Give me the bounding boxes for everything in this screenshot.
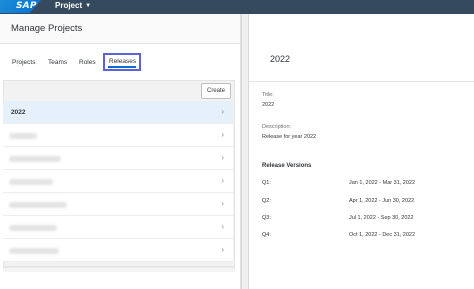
list-item[interactable]: › — [3, 170, 233, 193]
tab-teams[interactable]: Teams — [48, 59, 67, 66]
app-title: Project — [55, 1, 83, 10]
blurred-label — [9, 225, 57, 231]
tab-bar: Projects Teams Roles Releases — [0, 42, 240, 72]
list-item-2022[interactable]: 2022 › — [3, 101, 233, 124]
blurred-label — [9, 133, 37, 139]
tab-projects[interactable]: Projects — [12, 59, 35, 66]
master-header: Manage Projects — [0, 14, 240, 44]
blurred-label — [9, 156, 61, 162]
list-item[interactable]: › — [3, 124, 233, 147]
blurred-label — [9, 202, 67, 208]
chevron-right-icon: › — [221, 245, 224, 254]
shell-bar: SAP Project ▼ — [0, 0, 474, 14]
version-label-q4: Q4: — [262, 232, 271, 238]
chevron-right-icon: › — [221, 130, 224, 139]
version-label-q3: Q3: — [262, 215, 271, 221]
version-label-q1: Q1: — [262, 180, 271, 186]
title-field-value: 2022 — [262, 102, 275, 108]
list-item[interactable]: › — [3, 239, 233, 262]
version-range-q4: Oct 1, 2022 - Dec 31, 2022 — [349, 232, 416, 238]
chevron-right-icon: › — [221, 153, 224, 162]
create-button[interactable]: Create — [201, 83, 231, 99]
list-item[interactable]: › — [3, 147, 233, 170]
chevron-right-icon: › — [221, 176, 224, 185]
detail-header-divider — [249, 81, 474, 82]
blurred-label — [9, 179, 53, 185]
release-versions-title: Release Versions — [262, 163, 312, 169]
tab-releases-label: Releases — [109, 58, 137, 65]
tab-active-indicator — [108, 66, 136, 68]
sap-logo[interactable]: SAP — [0, 0, 41, 13]
detail-title: 2022 — [270, 54, 291, 64]
chevron-right-icon: › — [221, 199, 224, 208]
sap-logo-text: SAP — [16, 1, 37, 11]
description-field-label: Description: — [262, 124, 292, 130]
app-title-menu[interactable]: Project ▼ — [55, 1, 91, 10]
tab-releases[interactable]: Releases — [103, 53, 141, 71]
blurred-label — [9, 248, 59, 254]
version-range-q1: Jan 1, 2022 - Mar 31, 2022 — [349, 180, 416, 186]
description-field-value: Release for year 2022 — [262, 134, 317, 140]
create-button-label: Create — [206, 88, 225, 94]
chevron-right-icon: › — [221, 222, 224, 231]
tab-roles[interactable]: Roles — [79, 59, 96, 66]
list-item-label: 2022 — [11, 109, 26, 116]
version-range-q3: Jul 1, 2022 - Sep 30, 2022 — [349, 215, 414, 221]
title-field-label: Title: — [262, 92, 274, 98]
page-title: Manage Projects — [11, 23, 83, 34]
split-divider[interactable] — [241, 14, 249, 289]
chevron-right-icon: › — [221, 107, 224, 116]
list-scrollbar[interactable] — [3, 267, 235, 272]
list-item[interactable]: › — [3, 193, 233, 216]
version-label-q2: Q2: — [262, 198, 271, 204]
detail-panel: 2022 Title: 2022 Description: Release fo… — [249, 14, 474, 289]
chevron-down-icon: ▼ — [85, 2, 92, 9]
list-toolbar: Create — [4, 81, 234, 101]
list-item[interactable]: › — [3, 216, 233, 239]
version-range-q2: Apr 1, 2022 - Jun 30, 2022 — [349, 198, 415, 204]
